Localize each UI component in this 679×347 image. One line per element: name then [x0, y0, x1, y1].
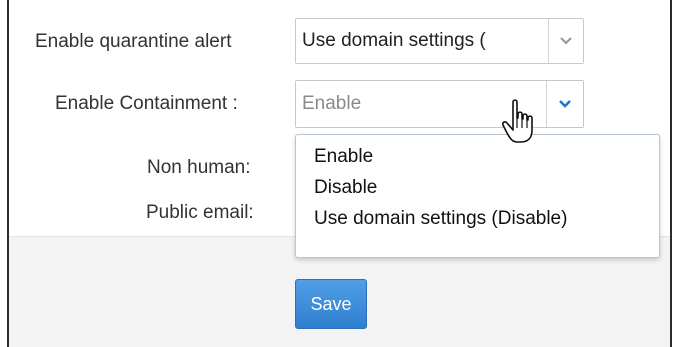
- quarantine-alert-arrow[interactable]: [548, 19, 583, 63]
- chevron-down-icon: [560, 37, 572, 45]
- quarantine-alert-label: Enable quarantine alert: [35, 31, 232, 52]
- public-email-label: Public email:: [146, 202, 254, 223]
- option-enable[interactable]: Enable: [296, 143, 659, 174]
- save-button[interactable]: Save: [295, 279, 367, 329]
- containment-value: Enable: [302, 93, 362, 114]
- quarantine-alert-select[interactable]: Use domain settings (: [295, 18, 584, 64]
- containment-dropdown-list: Enable Disable Use domain settings (Disa…: [295, 134, 660, 258]
- quarantine-alert-value: Use domain settings (: [302, 30, 486, 51]
- non-human-label: Non human:: [147, 157, 251, 178]
- hand-pointer-icon: [502, 99, 533, 143]
- option-disable[interactable]: Disable: [296, 174, 659, 205]
- settings-panel: Enable quarantine alert Use domain setti…: [7, 0, 672, 347]
- chevron-down-icon: [559, 100, 571, 108]
- containment-label: Enable Containment :: [55, 93, 238, 114]
- option-use-domain-settings[interactable]: Use domain settings (Disable): [296, 205, 659, 236]
- containment-arrow[interactable]: [546, 81, 583, 127]
